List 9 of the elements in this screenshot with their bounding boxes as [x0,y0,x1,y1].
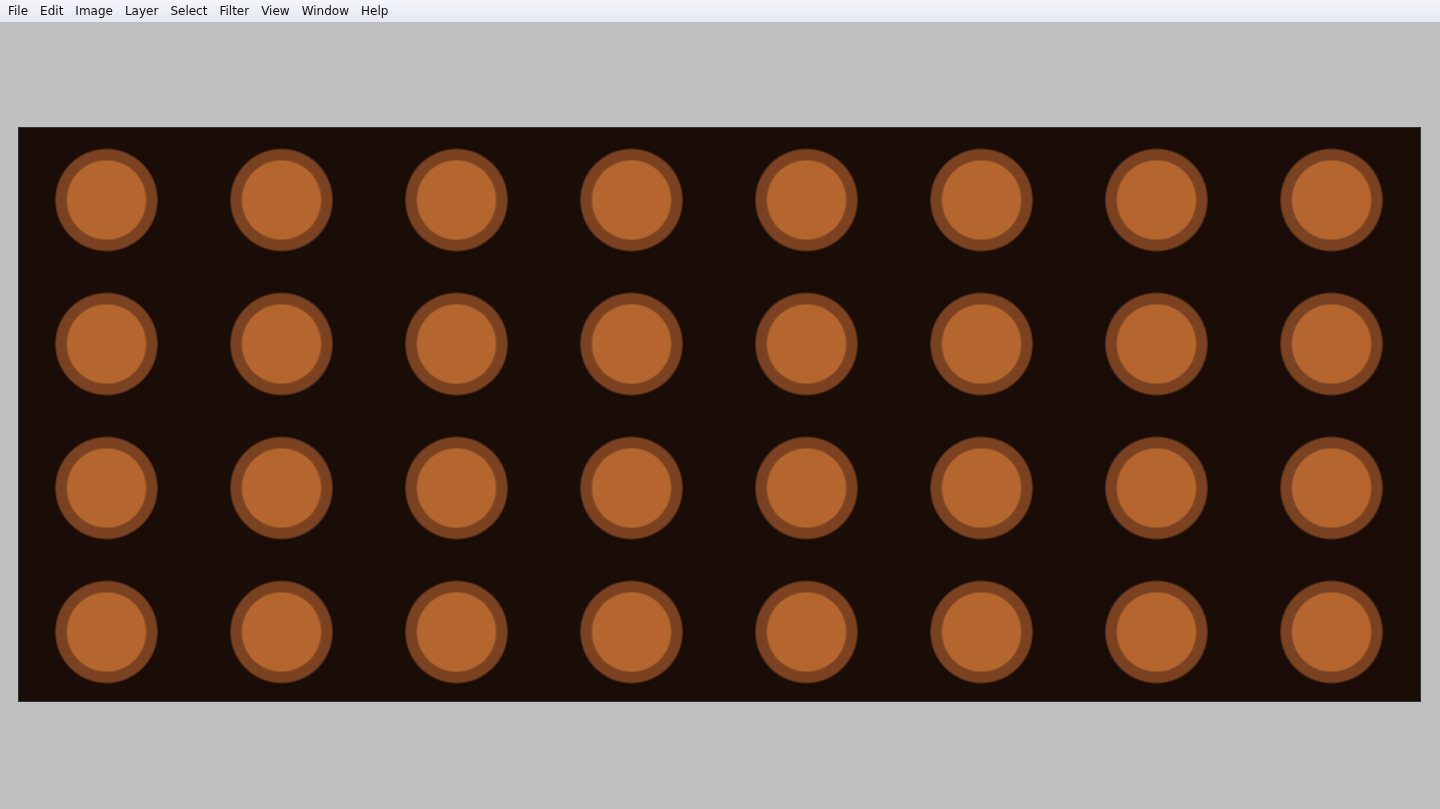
menu-item[interactable]: Select [165,2,213,20]
menu-item[interactable]: Window [296,2,354,20]
menu-item[interactable]: View [256,2,295,20]
menu-item[interactable]: Layer [119,2,164,20]
menu-item[interactable]: Filter [214,2,255,20]
menu-item[interactable]: Image [70,2,118,20]
menu-item[interactable]: Edit [35,2,69,20]
menu-item[interactable]: Help [355,2,394,20]
menu-item[interactable]: File [3,2,34,20]
